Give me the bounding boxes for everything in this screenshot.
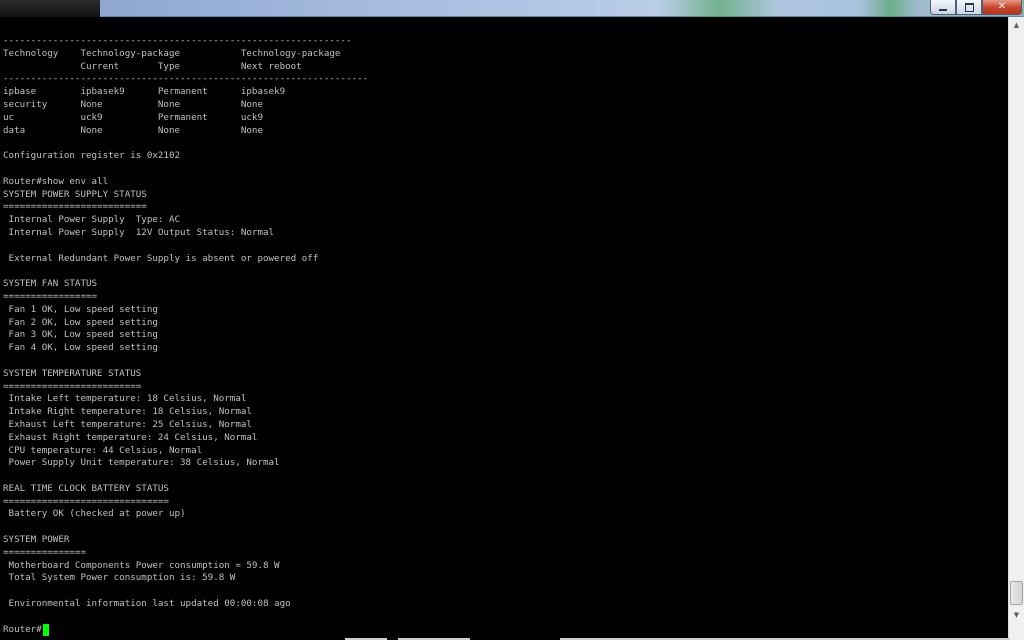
title-bar-glow (660, 0, 780, 17)
terminal-line: Current Type Next reboot (3, 60, 302, 72)
terminal-line: Battery OK (checked at power up) (3, 508, 186, 520)
terminal-line: Configuration register is 0x2102 (3, 150, 181, 162)
terminal-line: ================= (3, 290, 98, 302)
scroll-up-arrow-icon[interactable]: ▲ (1009, 17, 1024, 33)
terminal-line: Power Supply Unit temperature: 38 Celsiu… (3, 457, 280, 469)
command-prompt: Router# (3, 623, 42, 635)
scrollbar-track[interactable] (1009, 33, 1024, 607)
close-button[interactable]: ✕ (982, 0, 1022, 15)
command-prompt-line[interactable]: Router# (3, 624, 1008, 637)
text-cursor (42, 624, 49, 637)
minimize-button[interactable] (930, 0, 956, 15)
terminal-output[interactable]: ----------------------------------------… (0, 35, 1008, 640)
terminal-line: Exhaust Right temperature: 24 Celsius, N… (3, 431, 258, 443)
terminal-line: data None None None (3, 124, 263, 136)
terminal-line: External Redundant Power Supply is absen… (3, 252, 319, 264)
terminal-line: REAL TIME CLOCK BATTERY STATUS (3, 482, 169, 494)
terminal-line: Total System Power consumption is: 59.8 … (3, 572, 236, 584)
minimize-icon (939, 8, 947, 11)
terminal-line: Intake Left temperature: 18 Celsius, Nor… (3, 393, 247, 405)
terminal-line: SYSTEM FAN STATUS (3, 278, 98, 290)
terminal-line: ----------------------------------------… (3, 35, 352, 46)
terminal-line: SYSTEM TEMPERATURE STATUS (3, 367, 142, 379)
terminal-line: Fan 1 OK, Low speed setting (3, 303, 158, 315)
terminal-line: Router#show env all (3, 175, 109, 187)
maximize-button[interactable] (956, 0, 982, 15)
terminal-line: ========================== (3, 201, 147, 213)
terminal-line: Fan 2 OK, Low speed setting (3, 316, 158, 328)
title-bar-glow (860, 0, 920, 17)
terminal-line: SYSTEM POWER (3, 534, 70, 546)
terminal-line: CPU temperature: 44 Celsius, Normal (3, 444, 203, 456)
scroll-down-arrow-icon[interactable]: ▼ (1009, 607, 1024, 623)
terminal-line: SYSTEM POWER SUPPLY STATUS (3, 188, 147, 200)
terminal-line: Fan 3 OK, Low speed setting (3, 329, 158, 341)
window-controls: ✕ (930, 0, 1022, 15)
desktop-background (0, 0, 100, 17)
terminal-line: ========================= (3, 380, 142, 392)
window-title-bar[interactable]: ✕ (100, 0, 1024, 17)
screen: ✕ --------------------------------------… (0, 0, 1024, 640)
terminal-line: ============================== (3, 495, 169, 507)
close-icon: ✕ (997, 1, 1007, 12)
terminal-line: Motherboard Components Power consumption… (3, 559, 280, 571)
terminal-line: Exhaust Left temperature: 25 Celsius, No… (3, 418, 252, 430)
terminal-line: Environmental information last updated 0… (3, 598, 291, 610)
terminal-line: ----------------------------------------… (3, 73, 369, 85)
terminal-line: Intake Right temperature: 18 Celsius, No… (3, 406, 252, 418)
terminal-line: Internal Power Supply Type: AC (3, 214, 181, 226)
terminal-line: ipbase ipbasek9 Permanent ipbasek9 (3, 86, 286, 98)
terminal-line: Fan 4 OK, Low speed setting (3, 342, 158, 354)
restore-icon (964, 2, 974, 12)
terminal-line: =============== (3, 546, 86, 558)
vertical-scrollbar[interactable]: ▲ ▼ (1008, 17, 1024, 640)
terminal-line: Technology Technology-package Technology… (3, 47, 341, 59)
terminal-line: uc uck9 Permanent uck9 (3, 111, 263, 123)
terminal-line: Internal Power Supply 12V Output Status:… (3, 226, 275, 238)
terminal-line: security None None None (3, 98, 263, 110)
scrollbar-thumb[interactable] (1010, 581, 1023, 605)
